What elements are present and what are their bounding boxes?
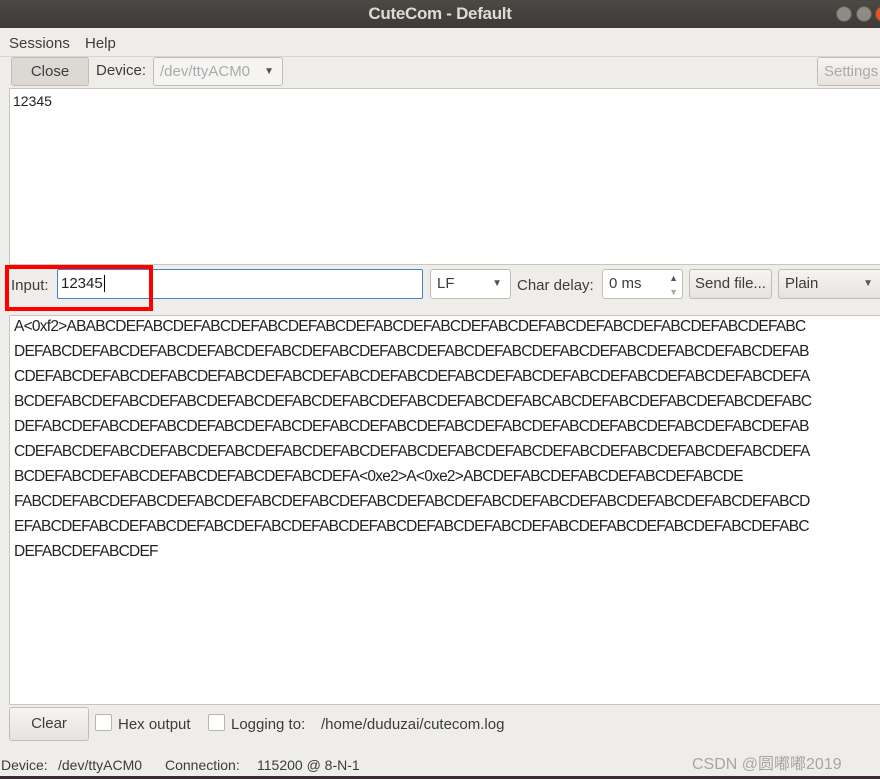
settings-button[interactable]: Settings bbox=[817, 57, 880, 86]
sent-history[interactable] bbox=[9, 88, 880, 265]
spin-down-icon[interactable]: ▼ bbox=[669, 278, 678, 306]
chevron-down-icon: ▼ bbox=[492, 278, 502, 289]
output-text: A<0xf2>ABABCDEFABCDEFABCDEFABCDEFABCDEFA… bbox=[0, 318, 880, 578]
status-connection-value: 115200 @ 8-N-1 bbox=[257, 757, 360, 773]
status-device-label: Device: bbox=[1, 757, 48, 773]
device-value: /dev/ttyACM0 bbox=[160, 63, 251, 80]
logging-label: Logging to: bbox=[231, 716, 306, 733]
log-path: /home/duduzai/cutecom.log bbox=[321, 716, 505, 733]
output-line: BCDEFABCDEFABCDEFABCDEFABCDEFABCDEFABCDE… bbox=[14, 393, 812, 410]
window-title: CuteCom - Default bbox=[368, 4, 512, 23]
send-file-button[interactable]: Send file... bbox=[689, 269, 772, 299]
char-delay-label: Char delay: bbox=[517, 277, 594, 294]
sent-text: 12345 bbox=[13, 93, 52, 109]
output-line: EFABCDEFABCDEFABCDEFABCDEFABCDEFABCDEFAB… bbox=[14, 518, 810, 535]
output-line: CDEFABCDEFABCDEFABCDEFABCDEFABCDEFABCDEF… bbox=[14, 368, 810, 385]
output-line: DEFABCDEFABCDEFABCDEFABCDEFABCDEFABCDEFA… bbox=[14, 343, 810, 360]
chevron-down-icon: ▼ bbox=[863, 278, 873, 289]
line-end-combo[interactable]: LF ▼ bbox=[430, 269, 511, 299]
output-line: BCDEFABCDEFABCDEFABCDEFABCDEFABCDEFA<0xe… bbox=[14, 468, 744, 485]
format-combo[interactable]: Plain ▼ bbox=[778, 269, 880, 299]
watermark: CSDN @圆嘟嘟2019 bbox=[692, 756, 842, 773]
char-delay-value: 0 ms bbox=[609, 275, 642, 292]
device-combo[interactable]: /dev/ttyACM0 ▼ bbox=[153, 57, 283, 86]
menu-bar bbox=[0, 28, 880, 57]
highlight-box bbox=[5, 265, 153, 311]
status-device-value: /dev/ttyACM0 bbox=[58, 757, 143, 773]
minimize-icon[interactable] bbox=[836, 6, 852, 22]
maximize-icon[interactable] bbox=[856, 6, 872, 22]
title-bar: CuteCom - Default bbox=[0, 0, 880, 28]
output-line: CDEFABCDEFABCDEFABCDEFABCDEFABCDEFABCDEF… bbox=[14, 443, 810, 460]
logging-checkbox[interactable] bbox=[208, 714, 225, 731]
clear-button[interactable]: Clear bbox=[9, 707, 89, 741]
menu-sessions[interactable]: Sessions bbox=[9, 35, 70, 52]
close-button[interactable]: Close bbox=[11, 57, 89, 86]
line-end-value: LF bbox=[437, 275, 455, 292]
output-line: DEFABCDEFABCDEFABCDEFABCDEFABCDEFABCDEFA… bbox=[14, 418, 810, 435]
chevron-down-icon: ▼ bbox=[264, 66, 274, 77]
device-label: Device: bbox=[96, 62, 147, 79]
output-line: DEFABCDEFABCDEF bbox=[14, 543, 159, 560]
output-line: FABCDEFABCDEFABCDEFABCDEFABCDEFABCDEFABC… bbox=[14, 493, 810, 510]
hex-output-label: Hex output bbox=[118, 716, 191, 733]
output-line: A<0xf2>ABABCDEFABCDEFABCDEFABCDEFABCDEFA… bbox=[14, 318, 806, 335]
status-connection-label: Connection: bbox=[165, 757, 240, 773]
char-delay-spinbox[interactable]: 0 ms ▲ ▼ bbox=[602, 269, 683, 299]
hex-output-checkbox[interactable] bbox=[95, 714, 112, 731]
format-value: Plain bbox=[785, 275, 819, 292]
menu-help[interactable]: Help bbox=[85, 35, 116, 52]
